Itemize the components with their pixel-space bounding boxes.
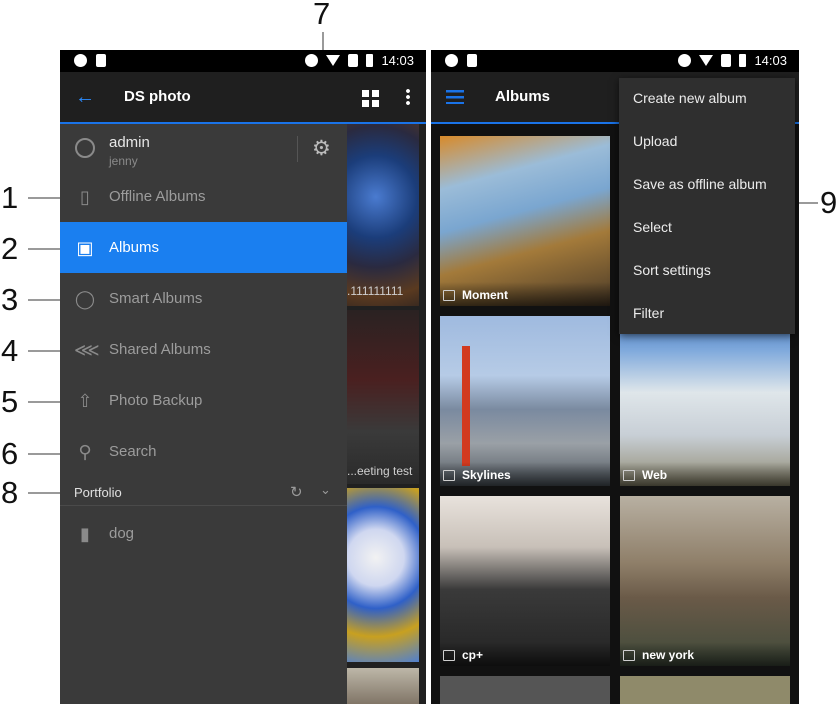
- menu-item-upload[interactable]: Upload: [633, 133, 677, 149]
- navigation-drawer: admin jenny ⚙ ▯ Offline Albums ▣ Albums …: [60, 124, 347, 704]
- callout-7: 7: [313, 0, 331, 31]
- battery-icon: [366, 54, 374, 67]
- callout-8: 8: [1, 475, 19, 510]
- nav-item-photo-backup[interactable]: ⇧ Photo Backup: [60, 375, 347, 426]
- gear-icon[interactable]: ⚙: [312, 136, 331, 161]
- upload-icon: ⇧: [77, 390, 93, 411]
- album-tile-partial[interactable]: [440, 676, 610, 704]
- back-arrow-icon[interactable]: ←: [75, 86, 95, 109]
- peek-photo: [347, 124, 419, 306]
- refresh-icon[interactable]: ↻: [290, 483, 303, 501]
- left-phone-screen: 14:03 ← DS photo .111111111 ...eeting te…: [60, 50, 426, 704]
- nav-item-offline-albums[interactable]: ▯ Offline Albums: [60, 171, 347, 222]
- search-icon: ⚲: [78, 441, 92, 462]
- dnd-icon: [678, 54, 692, 67]
- peek-photo: [347, 668, 419, 704]
- status-time: 14:03: [754, 53, 787, 68]
- background-album-peek: .111111111 ...eeting test: [347, 124, 426, 704]
- cloud-icon: [445, 54, 458, 67]
- album-tile-skylines[interactable]: Skylines: [440, 316, 610, 486]
- menu-item-select[interactable]: Select: [633, 219, 672, 235]
- menu-item-save-offline[interactable]: Save as offline album: [633, 176, 767, 192]
- callout-3: 3: [1, 282, 19, 317]
- user-name: admin: [109, 134, 150, 151]
- nav-item-albums[interactable]: ▣ Albums: [60, 222, 347, 273]
- grid-view-icon[interactable]: [362, 90, 379, 107]
- peek-photo: [347, 310, 419, 484]
- peek-caption: ...eeting test: [347, 464, 413, 478]
- hamburger-menu-icon[interactable]: [446, 90, 464, 104]
- chevron-down-icon[interactable]: ⌄: [320, 482, 331, 498]
- callout-2: 2: [1, 231, 19, 266]
- right-phone-screen: 14:03 Albums Moment Skylines Web cp+ new…: [431, 50, 799, 704]
- album-icon: [623, 470, 635, 481]
- app-title: DS photo: [124, 88, 191, 105]
- screen-title: Albums: [495, 88, 551, 105]
- album-tile-web[interactable]: Web: [620, 316, 790, 486]
- menu-item-create-new-album[interactable]: Create new album: [633, 90, 747, 106]
- overflow-menu: Create new album Upload Save as offline …: [619, 78, 795, 334]
- albums-icon: ▣: [76, 237, 94, 258]
- status-bar: 14:03: [431, 50, 799, 72]
- portfolio-label: Portfolio: [74, 485, 122, 500]
- tablet-icon: ▯: [80, 186, 90, 207]
- peek-caption: .111111111: [347, 284, 404, 298]
- callout-6: 6: [1, 436, 19, 471]
- status-bar: 14:03: [60, 50, 426, 72]
- app-bar: ← DS photo: [60, 72, 426, 124]
- album-icon: [443, 290, 455, 301]
- nav-item-shared-albums[interactable]: ⋘ Shared Albums: [60, 324, 347, 375]
- status-time: 14:03: [381, 53, 414, 68]
- nav-item-smart-albums[interactable]: ◯ Smart Albums: [60, 273, 347, 324]
- no-sim-icon: [348, 54, 359, 67]
- cloud-icon: [74, 54, 87, 67]
- portfolio-header[interactable]: Portfolio ↻ ⌄: [60, 480, 347, 506]
- album-icon: [443, 470, 455, 481]
- download-icon: [467, 54, 477, 67]
- album-tile-cp-plus[interactable]: cp+: [440, 496, 610, 666]
- download-icon: [96, 54, 106, 67]
- callout-4: 4: [1, 333, 19, 368]
- dnd-icon: [305, 54, 319, 67]
- callout-1: 1: [1, 180, 19, 215]
- album-tile-partial[interactable]: [620, 676, 790, 704]
- nav-item-search[interactable]: ⚲ Search: [60, 426, 347, 477]
- overflow-menu-icon[interactable]: [406, 88, 410, 106]
- menu-item-filter[interactable]: Filter: [633, 305, 664, 321]
- album-icon: [623, 650, 635, 661]
- wifi-icon: [699, 55, 714, 66]
- portfolio-item-dog[interactable]: ▮ dog: [60, 508, 347, 559]
- callout-5: 5: [1, 384, 19, 419]
- no-sim-icon: [721, 54, 732, 67]
- album-tile-moment[interactable]: Moment: [440, 136, 610, 306]
- user-avatar-icon[interactable]: [75, 138, 95, 158]
- callout-9: 9: [820, 185, 838, 220]
- share-icon: ⋘: [74, 339, 100, 360]
- bookmark-icon: ▮: [80, 523, 90, 544]
- album-icon: [443, 650, 455, 661]
- user-subtitle: jenny: [109, 154, 138, 168]
- wifi-icon: [326, 55, 341, 66]
- album-tile-new-york[interactable]: new york: [620, 496, 790, 666]
- battery-icon: [739, 54, 747, 67]
- divider: [297, 136, 298, 162]
- lightbulb-icon: ◯: [74, 288, 96, 309]
- menu-item-sort-settings[interactable]: Sort settings: [633, 262, 711, 278]
- peek-photo: [347, 488, 419, 662]
